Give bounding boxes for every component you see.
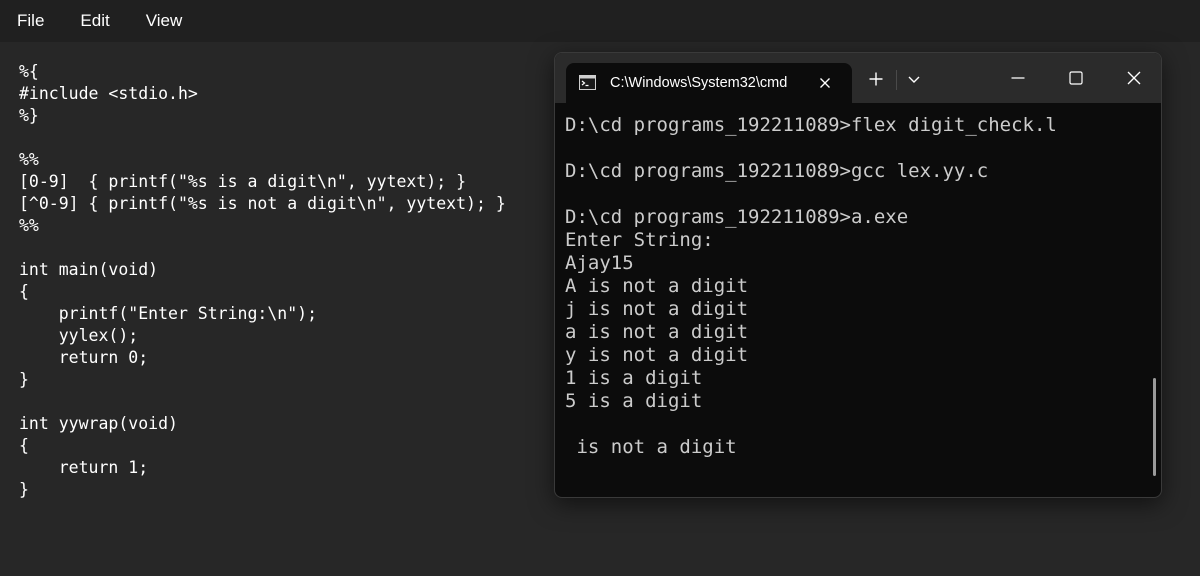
console-line: Enter String: (565, 229, 714, 251)
chevron-down-icon[interactable] (901, 63, 927, 95)
menu-view[interactable]: View (134, 0, 195, 42)
terminal-titlebar[interactable]: C:\Windows\System32\cmd (555, 53, 1161, 103)
code-line: [^0-9] { printf("%s is not a digit\n", y… (19, 194, 506, 213)
code-line: yylex(); (19, 326, 139, 345)
menu-file[interactable]: File (5, 0, 56, 42)
code-line: { (19, 282, 29, 301)
code-line: int main(void) (19, 260, 159, 279)
maximize-icon[interactable] (1047, 53, 1105, 103)
code-line: { (19, 436, 29, 455)
console-line: D:\cd programs_192211089>a.exe (565, 206, 909, 228)
terminal-tab[interactable]: C:\Windows\System32\cmd (566, 63, 852, 103)
scrollbar[interactable] (1153, 378, 1156, 476)
code-line: #include <stdio.h> (19, 84, 198, 103)
terminal-window[interactable]: C:\Windows\System32\cmd D:\cd programs_1… (554, 52, 1162, 498)
console-line: a is not a digit (565, 321, 749, 343)
code-line: int yywrap(void) (19, 414, 178, 433)
code-line: return 0; (19, 348, 149, 367)
console-line: D:\cd programs_192211089>flex digit_chec… (565, 114, 1057, 136)
code-line: %% (19, 216, 39, 235)
close-icon[interactable] (814, 72, 836, 94)
menu-edit[interactable]: Edit (68, 0, 121, 42)
code-line: } (19, 370, 29, 389)
code-line: %% (19, 150, 39, 169)
console-line: A is not a digit (565, 275, 749, 297)
code-line: %} (19, 106, 39, 125)
console-line: Ajay15 (565, 252, 634, 274)
menu-bar: File Edit View (0, 0, 1200, 42)
console-line: y is not a digit (565, 344, 749, 366)
code-line: [0-9] { printf("%s is a digit\n", yytext… (19, 172, 467, 191)
minimize-icon[interactable] (989, 53, 1047, 103)
cmd-icon (579, 75, 596, 90)
code-line: %{ (19, 62, 39, 81)
code-area[interactable]: %{ #include <stdio.h>%}%% [0-9] { printf("… (19, 61, 506, 501)
code-line: } (19, 480, 29, 499)
tab-title: C:\Windows\System32\cmd (610, 75, 788, 91)
code-line: return 1; (19, 458, 149, 477)
console-line: 5 is a digit (565, 390, 703, 412)
console-line: 1 is a digit (565, 367, 703, 389)
titlebar-divider (896, 70, 897, 90)
console-line: j is not a digit (565, 298, 749, 320)
console-line: D:\cd programs_192211089>gcc lex.yy.c (565, 160, 989, 182)
console-line: is not a digit (565, 436, 737, 458)
console-output[interactable]: D:\cd programs_192211089>flex digit_chec… (565, 114, 1057, 459)
code-line: printf("Enter String:\n"); (19, 304, 318, 323)
close-icon[interactable] (1105, 53, 1161, 103)
plus-icon[interactable] (861, 63, 891, 95)
